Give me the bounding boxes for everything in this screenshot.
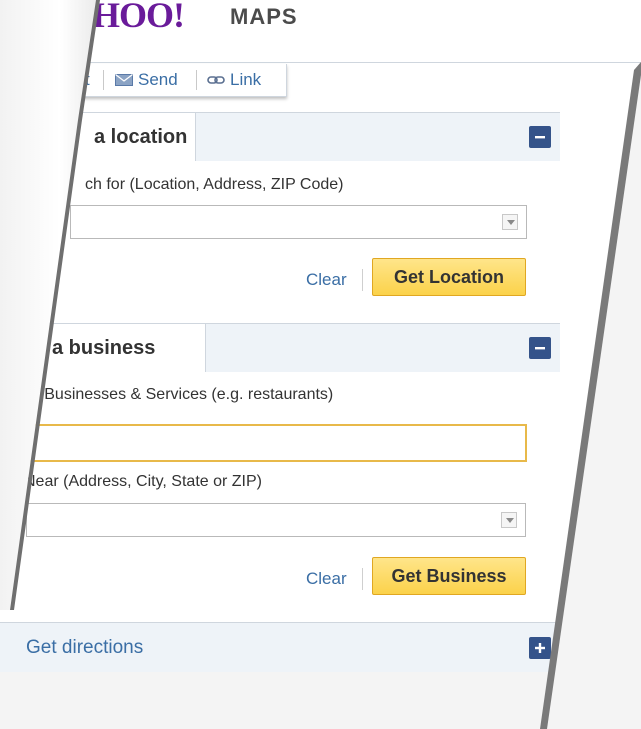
minus-icon: [535, 136, 545, 139]
get-directions-label: Get directions: [26, 637, 144, 658]
share-toolbar: t Send Link: [80, 64, 287, 97]
get-location-button[interactable]: Get Location: [372, 258, 526, 296]
location-search-input[interactable]: [70, 205, 527, 239]
business-near-input[interactable]: [26, 503, 526, 537]
envelope-icon: [115, 74, 133, 86]
business-near-label: Near (Address, City, State or ZIP): [24, 473, 262, 490]
link-label: Link: [230, 70, 262, 89]
chain-link-icon: [207, 76, 225, 84]
send-link[interactable]: Send: [115, 70, 178, 90]
location-clear-link[interactable]: Clear: [306, 270, 347, 290]
business-clear-link[interactable]: Clear: [306, 569, 347, 589]
clear-divider: [362, 568, 363, 590]
yahoo-logo[interactable]: HOO!: [92, 0, 185, 36]
location-collapse-button[interactable]: [529, 126, 551, 148]
toolbar-divider: [196, 70, 197, 90]
toolbar-divider: [103, 70, 104, 90]
directions-expand-button[interactable]: [529, 637, 551, 659]
directions-row[interactable]: Get directions: [0, 622, 560, 673]
minus-icon: [535, 347, 545, 350]
clear-divider: [362, 269, 363, 291]
link-link[interactable]: Link: [207, 70, 261, 90]
send-label: Send: [138, 70, 178, 89]
maps-panel: HOO! MAPS t Send Link a location ch: [0, 0, 641, 729]
chevron-down-icon[interactable]: [501, 512, 517, 528]
panel-footer: [0, 672, 560, 729]
plus-icon: [535, 643, 545, 653]
location-search-label: ch for (Location, Address, ZIP Code): [85, 176, 344, 193]
business-collapse-button[interactable]: [529, 337, 551, 359]
maps-title: MAPS: [230, 4, 298, 29]
business-search-input[interactable]: [22, 424, 527, 462]
chevron-down-icon[interactable]: [502, 214, 518, 230]
location-section-title: a location: [94, 126, 188, 148]
business-find-label: nd Businesses & Services (e.g. restauran…: [22, 386, 334, 403]
get-business-button[interactable]: Get Business: [372, 557, 526, 595]
